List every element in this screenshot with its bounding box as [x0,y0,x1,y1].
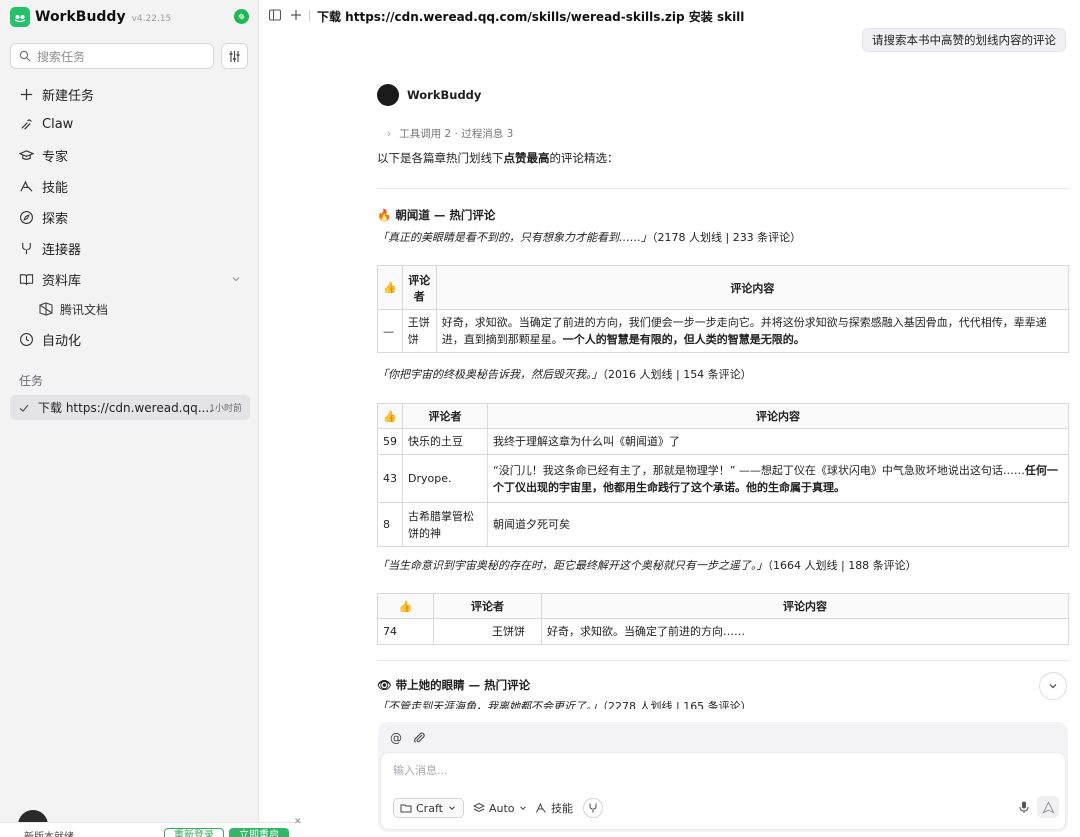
table-row: 59 快乐的土豆 我终于理解这章为什么叫《朝闻道》了 [377,427,1069,456]
chevron-down-icon [519,806,526,810]
thumbs-up-icon: 👍 [377,265,403,310]
attachment-icon[interactable] [412,731,426,745]
link-status-icon[interactable] [234,9,249,24]
chevron-down-icon [1049,684,1057,689]
search-placeholder: 搜索任务 [37,49,86,64]
table-row: 8 古希腊掌管松饼的神 朝闻道夕死可矣 [377,502,1069,548]
microphone-icon[interactable] [1017,800,1031,814]
connector-icon [18,240,34,256]
search-input[interactable]: 搜索任务 [10,43,214,69]
search-icon [19,50,31,62]
docs-icon [39,302,53,316]
tool-summary[interactable]: › 工具调用 2 · 过程消息 3 [387,126,513,141]
send-button[interactable] [1037,796,1059,818]
nav-automation[interactable]: 自动化 [10,325,250,353]
nav-claw[interactable]: Claw [10,110,250,138]
tasks-section-label: 任务 [19,374,44,388]
comments-table: 👍 评论者 评论内容 59 快乐的土豆 我终于理解这章为什么叫《朝闻道》了 43… [377,403,1069,548]
compass-icon [18,209,34,225]
expert-cap-icon [18,147,34,163]
filter-button[interactable] [221,43,248,69]
table-row: — 王饼饼 好奇，求知欲。当确定了前进的方向，我们便会一步一步走向它。并将这份求… [377,308,1070,354]
brand[interactable]: WorkBuddy v4.22.15 [10,6,171,28]
table-row: 74 王饼饼 好奇，求知欲。当确定了前进的方向…… [377,617,1069,646]
skills-button[interactable]: 技能 [535,798,573,818]
folder-icon [400,804,412,813]
composer-box: Craft Auto 技能 [380,752,1066,830]
bot-header: WorkBuddy [377,82,481,108]
highlight-quote: 「真正的美眼睛是看不到的，只有想象力才能看到……」（2178 人划线 | 233… [377,231,802,244]
layers-icon [473,802,485,813]
check-icon [19,404,29,412]
update-text: 新版本就绪 [24,828,74,837]
composer-toolbar: @ [390,731,434,745]
intro-text: 以下是各篇章热门划线下点赞最高的评论精选： [377,151,619,165]
comments-table: 👍 评论者 评论内容 — 王饼饼 好奇，求知欲。当确定了前进的方向，我们便会一步… [377,265,1070,354]
nav-library-tencent-docs[interactable]: 腾讯文档 [38,298,108,320]
skill-icon [18,178,34,194]
nav-new-task[interactable]: 新建任务 [10,80,250,108]
bot-avatar [377,84,399,106]
mode-select[interactable]: Craft [393,798,464,818]
claw-icon [18,116,34,132]
highlight-quote: 「你把宇宙的终极奥秘告诉我，然后毁灭我。」（2016 人划线 | 154 条评论… [377,368,752,381]
nav-expert[interactable]: 专家 [10,141,250,169]
task-list-item[interactable]: 下载 https://cdn.weread.qq.... 1小时前 [10,395,250,420]
new-tab-plus-icon[interactable] [289,8,303,22]
model-select[interactable]: Auto [473,798,528,818]
conversation-title: 下载 https://cdn.weread.qq.com/skills/were… [317,10,745,24]
user-message: 请搜索本书中高赞的划线内容的评论 [862,28,1066,52]
task-title: 下载 https://cdn.weread.qq.... [38,401,213,415]
skill-icon [536,802,546,813]
send-icon [1041,800,1055,814]
connector-icon [589,803,597,813]
chevron-down-icon[interactable] [230,273,242,285]
nav-explore[interactable]: 探索 [10,203,250,231]
highlight-quote: 「当生命意识到宇宙奥秘的存在时，距它最终解开这个奥秘就只有一步之遥了。」（166… [377,559,917,572]
update-now-button[interactable]: 立即重启 [229,828,289,837]
table-row: 43 Dryope. “没门儿！我这条命已经有主了，那就是物理学！” ——想起丁… [377,454,1069,504]
fire-icon: 🔥 [377,208,392,222]
sidebar-toggle-icon[interactable] [268,8,282,22]
bot-name: WorkBuddy [407,88,482,102]
thumbs-up-icon: 👍 [377,593,434,619]
thumbs-up-icon: 👍 [377,403,403,429]
message-input[interactable] [393,764,993,777]
eye-icon: 👁 [377,678,392,692]
composer: @ Craft Auto 技能 [378,722,1068,832]
scroll-to-bottom-button[interactable] [1039,672,1067,700]
sidebar: WorkBuddy v4.22.15 搜索任务 新建任务 Claw 专家 技能 … [0,0,259,837]
app-version: v4.22.15 [131,14,172,24]
clock-icon [18,331,34,347]
close-icon[interactable]: ✕ [294,817,302,827]
workbuddy-logo-icon [10,7,30,27]
chevron-down-icon [449,806,455,811]
nav-connectors[interactable]: 连接器 [10,234,250,262]
comments-table: 👍 评论者 评论内容 74 王饼饼 好奇，求知欲。当确定了前进的方向…… [377,593,1069,646]
nav-library[interactable]: 资料库 [10,265,250,293]
chevron-right-icon: › [387,128,392,140]
book-icon [18,271,34,287]
task-time: 1小时前 [209,404,242,414]
highlight-quote: 「不管走到天涯海角，我离她都不会更近了。」（2278 人划线 | 165 条评论… [377,700,752,709]
chapter-title: 🔥 朝闻道 — 热门评论 [377,208,496,222]
mention-icon[interactable]: @ [390,731,404,745]
topbar-divider [309,10,310,21]
chapter-title: 👁 带上她的眼睛 — 热门评论 [377,678,531,692]
app-name: WorkBuddy [35,9,126,25]
connector-button[interactable] [583,798,603,818]
divider [377,188,1069,189]
plus-icon [18,86,34,102]
sliders-icon [229,50,240,62]
nav-skills[interactable]: 技能 [10,172,250,200]
update-later-button[interactable]: 重新登录 [164,828,224,837]
divider [377,660,1069,661]
